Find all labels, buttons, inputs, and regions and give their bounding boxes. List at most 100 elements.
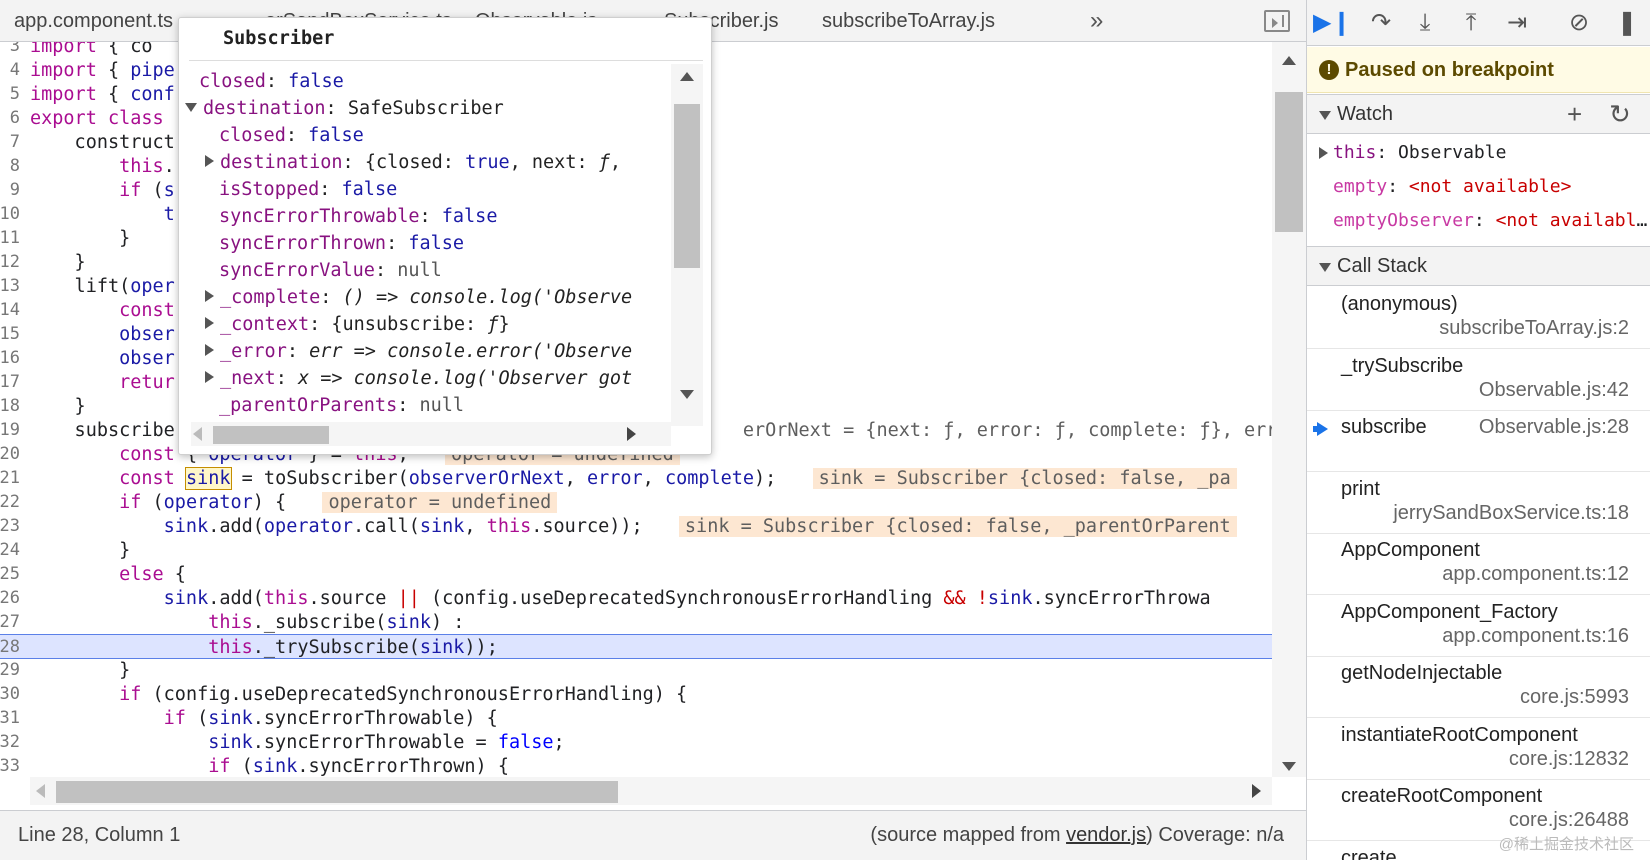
scroll-up-arrow-icon[interactable] <box>1282 56 1296 65</box>
call-frame[interactable]: _trySubscribe Observable.js:42 <box>1307 349 1650 411</box>
code-line[interactable]: 29 } <box>0 658 1272 683</box>
expand-triangle-icon[interactable] <box>205 290 214 302</box>
source-map-link[interactable]: vendor.js <box>1066 824 1146 846</box>
line-number[interactable]: 27 <box>0 610 22 635</box>
current-execution-line[interactable]: 28 this._trySubscribe(sink)); <box>0 634 1272 659</box>
property-row[interactable]: destination: SafeSubscriber <box>185 95 504 123</box>
scroll-left-arrow-icon[interactable] <box>36 784 45 798</box>
line-number[interactable]: 26 <box>0 586 22 611</box>
step-into-icon[interactable]: ⤓ <box>1407 5 1443 41</box>
line-number[interactable]: 12 <box>0 250 22 275</box>
line-number[interactable]: 3 <box>0 42 22 59</box>
code-line[interactable]: 30 if (config.useDeprecatedSynchronousEr… <box>0 682 1272 707</box>
line-number[interactable]: 6 <box>0 106 22 131</box>
line-number[interactable]: 33 <box>0 754 22 777</box>
property-row[interactable]: _complete: () => console.log('Observe <box>205 284 632 312</box>
code-line[interactable]: 23 sink.add(operator.call(sink, this.sou… <box>0 514 1272 539</box>
line-number[interactable]: 9 <box>0 178 22 203</box>
expand-triangle-icon[interactable] <box>205 371 214 383</box>
callstack-section-header[interactable]: Call Stack <box>1307 246 1650 286</box>
scroll-thumb[interactable] <box>1275 92 1303 232</box>
property-row[interactable]: _context: {unsubscribe: ƒ} <box>205 311 510 339</box>
line-number[interactable]: 16 <box>0 346 22 371</box>
line-number[interactable]: 31 <box>0 706 22 731</box>
popover-vertical-scrollbar[interactable] <box>671 64 703 426</box>
line-number[interactable]: 23 <box>0 514 22 539</box>
expand-triangle-icon[interactable] <box>205 344 214 356</box>
code-line[interactable]: 21 const sink = toSubscriber(observerOrN… <box>0 466 1272 491</box>
line-number[interactable]: 19 <box>0 418 22 443</box>
line-number[interactable]: 8 <box>0 154 22 179</box>
call-frame[interactable]: print jerrySandBoxService.ts:18 <box>1307 472 1650 534</box>
scroll-down-arrow-icon[interactable] <box>680 390 694 399</box>
scroll-up-arrow-icon[interactable] <box>680 72 694 81</box>
step-icon[interactable]: ⇥ <box>1499 5 1535 41</box>
step-over-icon[interactable]: ↷ <box>1363 5 1399 41</box>
editor-horizontal-scrollbar[interactable] <box>30 777 1272 805</box>
toggle-navigator-icon[interactable] <box>1264 10 1290 32</box>
line-number[interactable]: 11 <box>0 226 22 251</box>
expand-triangle-icon[interactable] <box>1319 147 1328 159</box>
code-line[interactable]: 33 if (sink.syncErrorThrown) { <box>0 754 1272 777</box>
resume-icon[interactable]: ▶❙ <box>1313 5 1352 41</box>
line-number[interactable]: 13 <box>0 274 22 299</box>
editor-vertical-scrollbar[interactable] <box>1272 42 1306 777</box>
scroll-right-arrow-icon[interactable] <box>1252 784 1261 798</box>
popover-horizontal-scrollbar[interactable] <box>191 422 671 446</box>
pause-on-exceptions-icon[interactable]: ❚ <box>1609 5 1645 41</box>
line-number[interactable]: 21 <box>0 466 22 491</box>
property-row[interactable]: _error: err => console.error('Observe <box>205 338 632 366</box>
line-number[interactable]: 25 <box>0 562 22 587</box>
deactivate-breakpoints-icon[interactable]: ⊘ <box>1561 5 1597 41</box>
scroll-left-arrow-icon[interactable] <box>193 427 202 441</box>
line-number[interactable]: 18 <box>0 394 22 419</box>
code-line[interactable]: 24 } <box>0 538 1272 563</box>
line-number[interactable]: 7 <box>0 130 22 155</box>
watch-expression[interactable]: emptyObserver: <not available> <box>1307 204 1650 238</box>
call-frame[interactable]: AppComponent_Factory app.component.ts:16 <box>1307 595 1650 657</box>
line-number[interactable]: 28 <box>0 635 22 660</box>
line-number[interactable]: 32 <box>0 730 22 755</box>
refresh-watch-icon[interactable]: ↻ <box>1609 97 1631 131</box>
watch-expression[interactable]: this: Observable <box>1307 136 1650 170</box>
watch-expression[interactable]: empty: <not available> <box>1307 170 1650 204</box>
call-frame[interactable]: createRootComponent core.js:26488 <box>1307 779 1650 841</box>
scroll-thumb[interactable] <box>674 104 700 268</box>
line-number[interactable]: 29 <box>0 658 22 683</box>
call-frame[interactable]: getNodeInjectable core.js:5993 <box>1307 656 1650 718</box>
scroll-thumb[interactable] <box>213 426 329 444</box>
property-row[interactable]: destination: {closed: true, next: ƒ, <box>205 149 621 177</box>
object-property-tree[interactable]: closed: false destination: SafeSubscriber… <box>179 64 669 436</box>
line-number[interactable]: 15 <box>0 322 22 347</box>
line-number[interactable]: 24 <box>0 538 22 563</box>
scroll-right-arrow-icon[interactable] <box>627 427 636 441</box>
line-number[interactable]: 22 <box>0 490 22 515</box>
add-watch-icon[interactable]: + <box>1567 97 1582 131</box>
line-number[interactable]: 30 <box>0 682 22 707</box>
call-frame[interactable]: instantiateRootComponent core.js:12832 <box>1307 718 1650 780</box>
step-out-icon[interactable]: ⤒ <box>1453 5 1489 41</box>
line-number[interactable]: 10 <box>0 202 22 227</box>
object-preview-popover[interactable]: Subscriber closed: false destination: Saf… <box>178 17 712 455</box>
code-line[interactable]: 27 this._subscribe(sink) : <box>0 610 1272 635</box>
expanded-triangle-icon[interactable] <box>185 103 197 112</box>
line-number[interactable]: 17 <box>0 370 22 395</box>
editor-tab[interactable]: subscribeToArray.js <box>822 0 995 42</box>
line-number[interactable]: 4 <box>0 58 22 83</box>
call-frame[interactable]: (anonymous) subscribeToArray.js:2 <box>1307 287 1650 349</box>
call-frame[interactable]: subscribe Observable.js:28 <box>1307 410 1650 472</box>
call-frame[interactable]: AppComponent app.component.ts:12 <box>1307 533 1650 595</box>
watch-section-header[interactable]: Watch + ↻ <box>1307 94 1650 134</box>
scroll-down-arrow-icon[interactable] <box>1282 762 1296 771</box>
code-line[interactable]: 26 sink.add(this.source || (config.useDe… <box>0 586 1272 611</box>
code-line[interactable]: 22 if (operator) { operator = undefined <box>0 490 1272 515</box>
line-number[interactable]: 20 <box>0 442 22 467</box>
code-line[interactable]: 31 if (sink.syncErrorThrowable) { <box>0 706 1272 731</box>
property-row[interactable]: _next: x => console.log('Observer got <box>205 365 632 393</box>
scroll-thumb[interactable] <box>56 781 618 803</box>
code-line[interactable]: 32 sink.syncErrorThrowable = false; <box>0 730 1272 755</box>
expand-triangle-icon[interactable] <box>205 155 214 167</box>
line-number[interactable]: 5 <box>0 82 22 107</box>
line-number[interactable]: 14 <box>0 298 22 323</box>
code-line[interactable]: 25 else { <box>0 562 1272 587</box>
